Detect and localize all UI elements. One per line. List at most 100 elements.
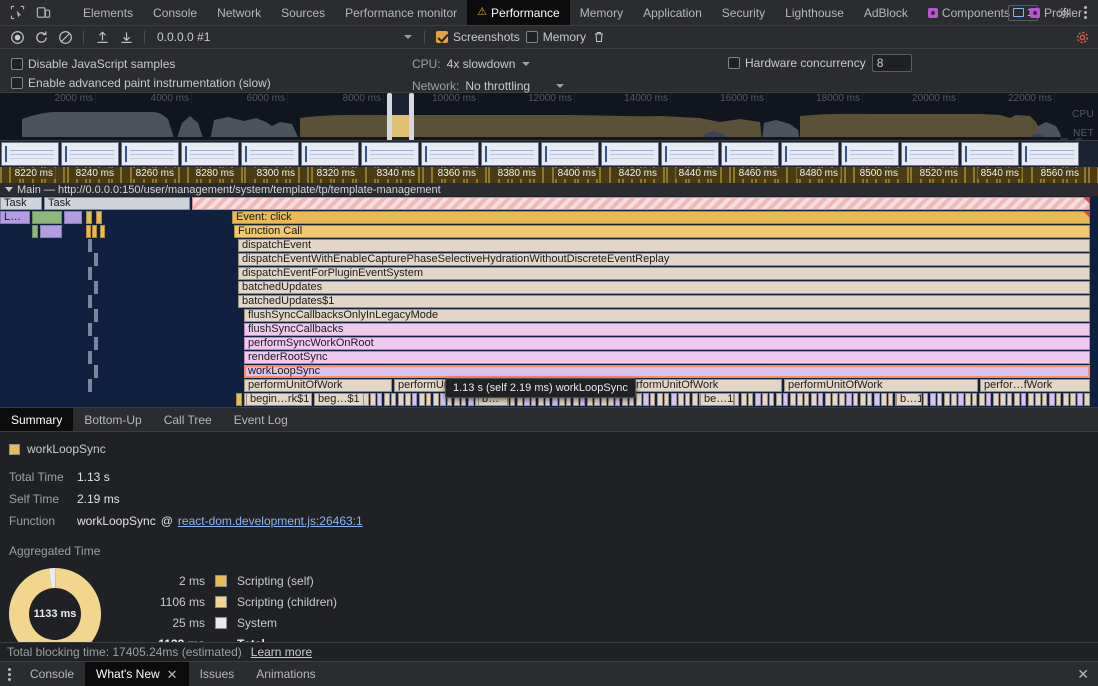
- filmstrip-frame[interactable]: [361, 142, 419, 166]
- screenshots-checkbox[interactable]: Screenshots: [436, 30, 520, 44]
- details-tab-summary[interactable]: Summary: [0, 408, 74, 431]
- filmstrip-frame[interactable]: [721, 142, 779, 166]
- flame-bar-thin[interactable]: [734, 393, 739, 406]
- flame-bar-thin[interactable]: [370, 393, 376, 406]
- flame-bar[interactable]: rformUnitOfWork: [632, 379, 782, 392]
- filmstrip-frame[interactable]: [241, 142, 299, 166]
- filmstrip-frame[interactable]: [421, 142, 479, 166]
- more-vertical-icon[interactable]: [1077, 6, 1094, 19]
- filmstrip-frame[interactable]: [601, 142, 659, 166]
- filmstrip-frame[interactable]: [901, 142, 959, 166]
- flame-bar[interactable]: batchedUpdates$1: [238, 295, 1090, 308]
- flame-bar-thin[interactable]: [1035, 393, 1041, 406]
- flame-bar[interactable]: renderRootSync: [244, 351, 1090, 364]
- tab-application[interactable]: Application: [633, 0, 712, 25]
- more-vertical-icon[interactable]: [0, 662, 19, 686]
- flame-bar-thin[interactable]: [405, 393, 411, 406]
- tab-security[interactable]: Security: [712, 0, 775, 25]
- flame-bar[interactable]: begin…rk$1: [246, 393, 312, 406]
- flame-chart[interactable]: Main — http://0.0.0.0:150/user/managemen…: [0, 183, 1098, 407]
- tab-components[interactable]: Components: [918, 0, 1020, 25]
- main-track-header[interactable]: Main — http://0.0.0.0:150/user/managemen…: [0, 183, 1098, 197]
- tab-adblock[interactable]: AdBlock: [854, 0, 918, 25]
- flame-bar[interactable]: [236, 393, 242, 406]
- flame-bar[interactable]: dispatchEvent: [238, 239, 1090, 252]
- tab-memory[interactable]: Memory: [570, 0, 633, 25]
- flame-bar-thin[interactable]: [384, 393, 390, 406]
- flame-bar[interactable]: workLoopSync: [244, 365, 1090, 378]
- clear-icon[interactable]: [54, 28, 76, 47]
- flame-bar-thin[interactable]: [930, 393, 936, 406]
- advanced-paint-checkbox[interactable]: Enable advanced paint instrumentation (s…: [11, 76, 271, 90]
- flame-bar-thin[interactable]: [839, 393, 845, 406]
- filmstrip-frame[interactable]: [61, 142, 119, 166]
- flame-bar[interactable]: performUnitOfWork: [244, 379, 392, 392]
- flame-bar-thin[interactable]: [636, 393, 642, 406]
- flame-bar-thin[interactable]: [1007, 393, 1012, 406]
- device-toolbar-icon[interactable]: [32, 3, 54, 23]
- flame-bar[interactable]: batchedUpdates: [238, 281, 1090, 294]
- flame-bar-thin[interactable]: [1056, 393, 1061, 406]
- flame-bar-thin[interactable]: [965, 393, 971, 406]
- filmstrip-frame[interactable]: [1021, 142, 1079, 166]
- flame-bar-thin[interactable]: [377, 393, 382, 406]
- filmstrip[interactable]: [0, 141, 1098, 167]
- flame-bar[interactable]: flushSyncCallbacks: [244, 323, 1090, 336]
- flame-bar-thin[interactable]: [433, 393, 439, 406]
- tab-network[interactable]: Network: [207, 0, 271, 25]
- details-tab-bottom-up[interactable]: Bottom-Up: [73, 408, 152, 431]
- flame-bar-thin[interactable]: [1070, 393, 1076, 406]
- flame-bar-thin[interactable]: [1014, 393, 1020, 406]
- overview-window-handle-left[interactable]: [387, 93, 392, 140]
- flame-bar-thin[interactable]: [1084, 393, 1090, 406]
- filmstrip-frame[interactable]: [841, 142, 899, 166]
- drawer-tab-animations[interactable]: Animations: [245, 662, 326, 686]
- drawer-tab-issues[interactable]: Issues: [189, 662, 246, 686]
- learn-more-link[interactable]: Learn more: [251, 645, 312, 659]
- filmstrip-frame[interactable]: [181, 142, 239, 166]
- details-tab-event-log[interactable]: Event Log: [223, 408, 299, 431]
- flame-bar-thin[interactable]: [1021, 393, 1026, 406]
- flame-bar[interactable]: be…1: [700, 393, 734, 406]
- flame-bar-thin[interactable]: [412, 393, 417, 406]
- flame-bar-thin[interactable]: [1000, 393, 1006, 406]
- flame-bar-thin[interactable]: [783, 393, 788, 406]
- flame-bar-thin[interactable]: [993, 393, 999, 406]
- flame-bar-thin[interactable]: [860, 393, 866, 406]
- flame-bar-thin[interactable]: [1049, 393, 1055, 406]
- flame-bar-thin[interactable]: [979, 393, 985, 406]
- flame-bar-thin[interactable]: [671, 393, 677, 406]
- flame-bar[interactable]: performUnitOfWork: [784, 379, 978, 392]
- flame-bar-thin[interactable]: [797, 393, 803, 406]
- flame-bar-thin[interactable]: [874, 393, 880, 406]
- flame-bar-thin[interactable]: [1042, 393, 1047, 406]
- flame-bar-thin[interactable]: [748, 393, 753, 406]
- filmstrip-frame[interactable]: [301, 142, 359, 166]
- flame-bar-thin[interactable]: [986, 393, 991, 406]
- tab-lighthouse[interactable]: Lighthouse: [775, 0, 854, 25]
- flame-bar[interactable]: flushSyncCallbacksOnlyInLegacyMode: [244, 309, 1090, 322]
- memory-checkbox[interactable]: Memory: [525, 30, 586, 44]
- flame-bar-thin[interactable]: [881, 393, 887, 406]
- flame-bar-thin[interactable]: [853, 393, 858, 406]
- flame-bar-thin[interactable]: [811, 393, 817, 406]
- flame-bar-thin[interactable]: [944, 393, 950, 406]
- close-icon[interactable]: ✕: [1077, 662, 1098, 686]
- flame-bar-task[interactable]: Task: [0, 197, 42, 210]
- network-throttling-select[interactable]: No throttling: [465, 79, 565, 93]
- filmstrip-frame[interactable]: [1, 142, 59, 166]
- inspect-element-icon[interactable]: [6, 3, 28, 23]
- record-icon[interactable]: [6, 28, 28, 47]
- flame-bar[interactable]: performSyncWorkOnRoot: [244, 337, 1090, 350]
- flame-bar-thin[interactable]: [825, 393, 831, 406]
- filmstrip-frame[interactable]: [481, 142, 539, 166]
- flame-bar[interactable]: Event: click: [232, 211, 1090, 224]
- flame-bar-thin[interactable]: [762, 393, 768, 406]
- close-icon[interactable]: ✕: [167, 668, 178, 681]
- tab-sources[interactable]: Sources: [271, 0, 335, 25]
- flame-bar[interactable]: Function Call: [234, 225, 1090, 238]
- flame-bar[interactable]: dispatchEventForPluginEventSystem: [238, 267, 1090, 280]
- flame-bar-thin[interactable]: [958, 393, 964, 406]
- tab-elements[interactable]: Elements: [73, 0, 143, 25]
- download-profile-icon[interactable]: [115, 28, 137, 47]
